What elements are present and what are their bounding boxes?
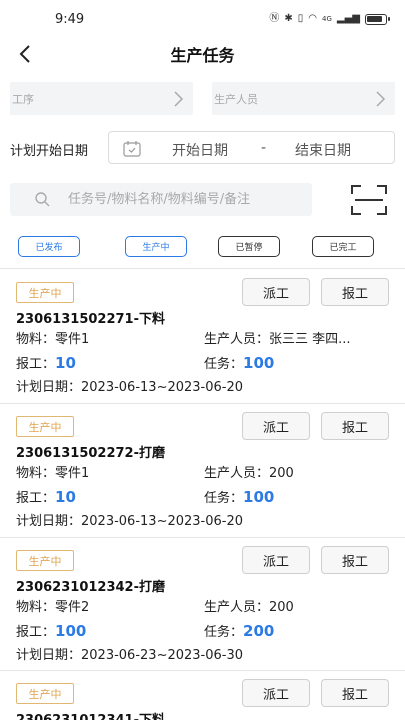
report-value: 10 <box>55 354 76 372</box>
staff-row: 生产人员：张三三 李四... <box>204 328 351 347</box>
divider <box>0 268 405 269</box>
report-button[interactable]: 报工 <box>321 679 389 707</box>
task-title: 2306231012341-下料 <box>16 709 165 720</box>
report-button[interactable]: 报工 <box>321 546 389 574</box>
process-picker[interactable]: 工序 <box>10 82 193 115</box>
status-badge: 生产中 <box>16 683 74 704</box>
material-value: 零件1 <box>55 332 90 347</box>
nfc-icon: Ⓝ <box>269 13 280 24</box>
start-date-field[interactable]: 开始日期 <box>172 140 228 160</box>
task-label: 任务： <box>204 625 244 640</box>
task-quantity-row: 任务：200 <box>204 621 274 640</box>
material-label: 物料： <box>16 332 56 347</box>
material-value: 零件2 <box>55 600 90 615</box>
process-placeholder: 工序 <box>12 92 34 106</box>
search-icon <box>35 192 50 207</box>
status-badge: 生产中 <box>16 416 74 437</box>
task-title: 2306231012342-打磨 <box>16 580 165 595</box>
task-card[interactable]: 生产中 派工 报工 2306231012342-打磨 物料：零件2 生产人员：2… <box>0 538 405 671</box>
status-badge: 生产中 <box>16 550 74 571</box>
task-quantity-row: 任务：100 <box>204 353 274 372</box>
search-box <box>10 183 312 216</box>
report-button[interactable]: 报工 <box>321 278 389 306</box>
task-label: 任务： <box>204 491 244 506</box>
task-title: 2306131502271-下料 <box>16 312 165 327</box>
report-label: 报工： <box>16 491 56 506</box>
date-separator: - <box>261 140 267 156</box>
scan-icon[interactable] <box>351 185 387 215</box>
report-row: 报工：100 <box>16 621 86 640</box>
staff-placeholder: 生产人员 <box>214 92 258 106</box>
tab-completed[interactable]: 已完工 <box>312 236 374 257</box>
plan-date-value: 2023-06-13~2023-06-20 <box>81 514 244 529</box>
report-value: 100 <box>55 622 87 640</box>
battery-icon <box>365 13 390 25</box>
chevron-right-icon <box>376 90 386 107</box>
material-row: 物料：零件1 <box>16 462 89 481</box>
staff-label: 生产人员： <box>204 332 270 347</box>
material-label: 物料： <box>16 466 56 481</box>
report-button[interactable]: 报工 <box>321 412 389 440</box>
tab-in-production[interactable]: 生产中 <box>125 236 187 257</box>
status-bar: 9:49 Ⓝ ✱ ▯ ◠ 4G ▂▄▆ <box>0 0 405 38</box>
tab-paused[interactable]: 已暂停 <box>218 236 280 257</box>
report-label: 报工： <box>16 357 56 372</box>
status-icons: Ⓝ ✱ ▯ ◠ 4G ▂▄▆ <box>269 12 390 26</box>
network-type: 4G <box>322 15 332 23</box>
report-value: 10 <box>55 488 76 506</box>
status-badge: 生产中 <box>16 282 74 303</box>
plan-date-label: 计划日期： <box>16 380 82 395</box>
staff-picker[interactable]: 生产人员 <box>212 82 395 115</box>
task-card[interactable]: 生产中 派工 报工 2306231012341-下料 <box>0 671 405 720</box>
page-title: 生产任务 <box>170 46 235 65</box>
end-date-field[interactable]: 结束日期 <box>295 140 351 160</box>
bluetooth-icon: ✱ <box>284 13 293 24</box>
signal-icon: ▂▄▆ <box>336 13 360 24</box>
plan-date-value: 2023-06-23~2023-06-30 <box>81 648 244 663</box>
task-title: 2306131502272-打磨 <box>16 446 165 461</box>
task-quantity-value: 100 <box>243 488 275 506</box>
plan-date-row: 计划日期：2023-06-13~2023-06-20 <box>16 376 243 395</box>
staff-label: 生产人员： <box>204 466 270 481</box>
task-quantity-value: 200 <box>243 622 275 640</box>
calendar-icon <box>123 141 141 157</box>
chevron-right-icon <box>174 90 184 107</box>
report-row: 报工：10 <box>16 353 76 372</box>
task-label: 任务： <box>204 357 244 372</box>
plan-date-row: 计划日期：2023-06-13~2023-06-20 <box>16 510 243 529</box>
wifi-icon: ◠ <box>308 13 318 24</box>
staff-label: 生产人员： <box>204 600 270 615</box>
dispatch-button[interactable]: 派工 <box>242 278 310 306</box>
report-label: 报工： <box>16 625 56 640</box>
plan-date-label: 计划日期： <box>16 514 82 529</box>
task-card[interactable]: 生产中 派工 报工 2306131502271-下料 物料：零件1 生产人员：张… <box>0 270 405 403</box>
report-row: 报工：10 <box>16 487 76 506</box>
staff-row: 生产人员：200 <box>204 462 294 481</box>
plan-date-value: 2023-06-13~2023-06-20 <box>81 380 244 395</box>
task-quantity-row: 任务：100 <box>204 487 274 506</box>
vibrate-icon: ▯ <box>297 13 304 24</box>
date-filter-label: 计划开始日期 <box>10 144 89 159</box>
tab-published[interactable]: 已发布 <box>18 236 80 257</box>
material-row: 物料：零件1 <box>16 328 89 347</box>
status-time: 9:49 <box>55 12 85 27</box>
date-range-picker[interactable]: 开始日期 - 结束日期 <box>108 131 395 164</box>
staff-value: 张三三 李四... <box>269 332 351 347</box>
material-row: 物料：零件2 <box>16 596 89 615</box>
plan-date-row: 计划日期：2023-06-23~2023-06-30 <box>16 644 243 663</box>
dispatch-button[interactable]: 派工 <box>242 679 310 707</box>
staff-value: 200 <box>269 600 294 615</box>
search-input[interactable] <box>68 183 306 216</box>
staff-row: 生产人员：200 <box>204 596 294 615</box>
dispatch-button[interactable]: 派工 <box>242 412 310 440</box>
task-card[interactable]: 生产中 派工 报工 2306131502272-打磨 物料：零件1 生产人员：2… <box>0 404 405 537</box>
material-label: 物料： <box>16 600 56 615</box>
plan-date-label: 计划日期： <box>16 648 82 663</box>
material-value: 零件1 <box>55 466 90 481</box>
nav-bar: 生产任务 <box>0 38 405 70</box>
staff-value: 200 <box>269 466 294 481</box>
task-quantity-value: 100 <box>243 354 275 372</box>
dispatch-button[interactable]: 派工 <box>242 546 310 574</box>
